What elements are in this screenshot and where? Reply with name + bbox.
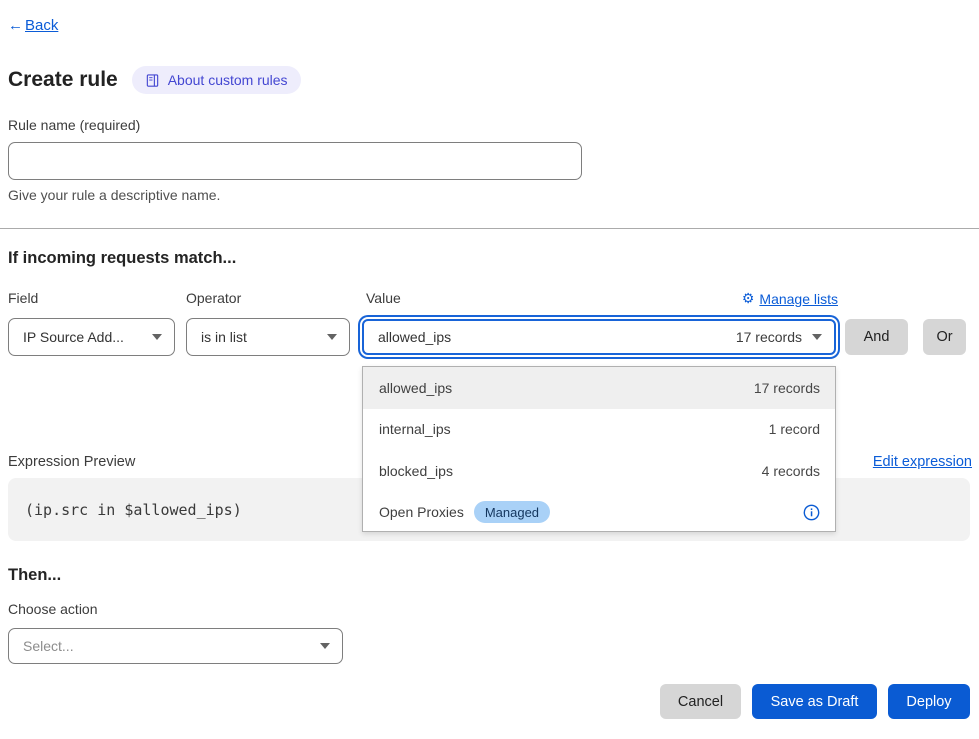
operator-label: Operator — [186, 290, 241, 306]
choose-action-label: Choose action — [8, 601, 98, 617]
rule-name-helper: Give your rule a descriptive name. — [8, 187, 220, 203]
dropdown-item-allowed-ips[interactable]: allowed_ips 17 records — [363, 367, 835, 409]
about-badge-label: About custom rules — [168, 72, 288, 88]
header-row: Create rule About custom rules — [8, 66, 301, 94]
value-select-records: 17 records — [736, 329, 802, 345]
list-name: allowed_ips — [379, 380, 452, 396]
field-select[interactable]: IP Source Add... — [8, 318, 175, 356]
field-label: Field — [8, 290, 38, 306]
value-select-value: allowed_ips — [378, 329, 451, 345]
deploy-button[interactable]: Deploy — [888, 684, 970, 719]
rule-name-input[interactable] — [8, 142, 582, 180]
gear-icon: ⚙ — [742, 290, 755, 307]
chevron-down-icon — [327, 334, 337, 340]
book-icon — [145, 73, 160, 88]
save-as-draft-button[interactable]: Save as Draft — [752, 684, 877, 719]
match-section-heading: If incoming requests match... — [8, 249, 236, 268]
back-label: Back — [25, 17, 58, 34]
chevron-down-icon — [320, 643, 330, 649]
value-select[interactable]: allowed_ips 17 records — [362, 319, 836, 355]
manage-lists-label: Manage lists — [759, 291, 838, 307]
operator-select[interactable]: is in list — [186, 318, 350, 356]
operator-select-value: is in list — [201, 329, 317, 345]
then-section-heading: Then... — [8, 566, 61, 585]
cancel-button[interactable]: Cancel — [660, 684, 741, 719]
value-label: Value — [366, 290, 401, 306]
chevron-down-icon — [812, 334, 822, 340]
section-divider — [0, 228, 979, 229]
list-records: 1 record — [769, 421, 820, 437]
rule-name-label: Rule name (required) — [8, 117, 140, 133]
list-name: internal_ips — [379, 421, 451, 437]
list-name: Open Proxies — [379, 504, 464, 520]
expression-code: (ip.src in $allowed_ips) — [8, 501, 242, 519]
edit-expression-link[interactable]: Edit expression — [873, 454, 972, 470]
managed-badge: Managed — [474, 501, 550, 523]
list-records: 17 records — [754, 380, 820, 396]
value-dropdown-menu: allowed_ips 17 records internal_ips 1 re… — [362, 366, 836, 532]
dropdown-item-internal-ips[interactable]: internal_ips 1 record — [363, 409, 835, 451]
action-select-placeholder: Select... — [23, 638, 310, 654]
back-link[interactable]: ←Back — [8, 17, 58, 34]
create-rule-page: ←Back Create rule About custom rules Rul… — [0, 0, 979, 739]
page-title: Create rule — [8, 68, 118, 92]
manage-lists-link[interactable]: ⚙ Manage lists — [742, 290, 838, 307]
or-button[interactable]: Or — [923, 319, 966, 355]
about-custom-rules-badge[interactable]: About custom rules — [132, 66, 301, 94]
expression-preview-label: Expression Preview — [8, 454, 135, 470]
list-name: blocked_ips — [379, 463, 453, 479]
list-records: 4 records — [762, 463, 820, 479]
action-select[interactable]: Select... — [8, 628, 343, 664]
dropdown-item-blocked-ips[interactable]: blocked_ips 4 records — [363, 450, 835, 492]
dropdown-item-open-proxies[interactable]: Open Proxies Managed — [363, 492, 835, 534]
info-icon[interactable] — [803, 504, 820, 521]
field-select-value: IP Source Add... — [23, 329, 142, 345]
chevron-down-icon — [152, 334, 162, 340]
back-arrow-icon: ← — [8, 17, 23, 34]
and-button[interactable]: And — [845, 319, 908, 355]
